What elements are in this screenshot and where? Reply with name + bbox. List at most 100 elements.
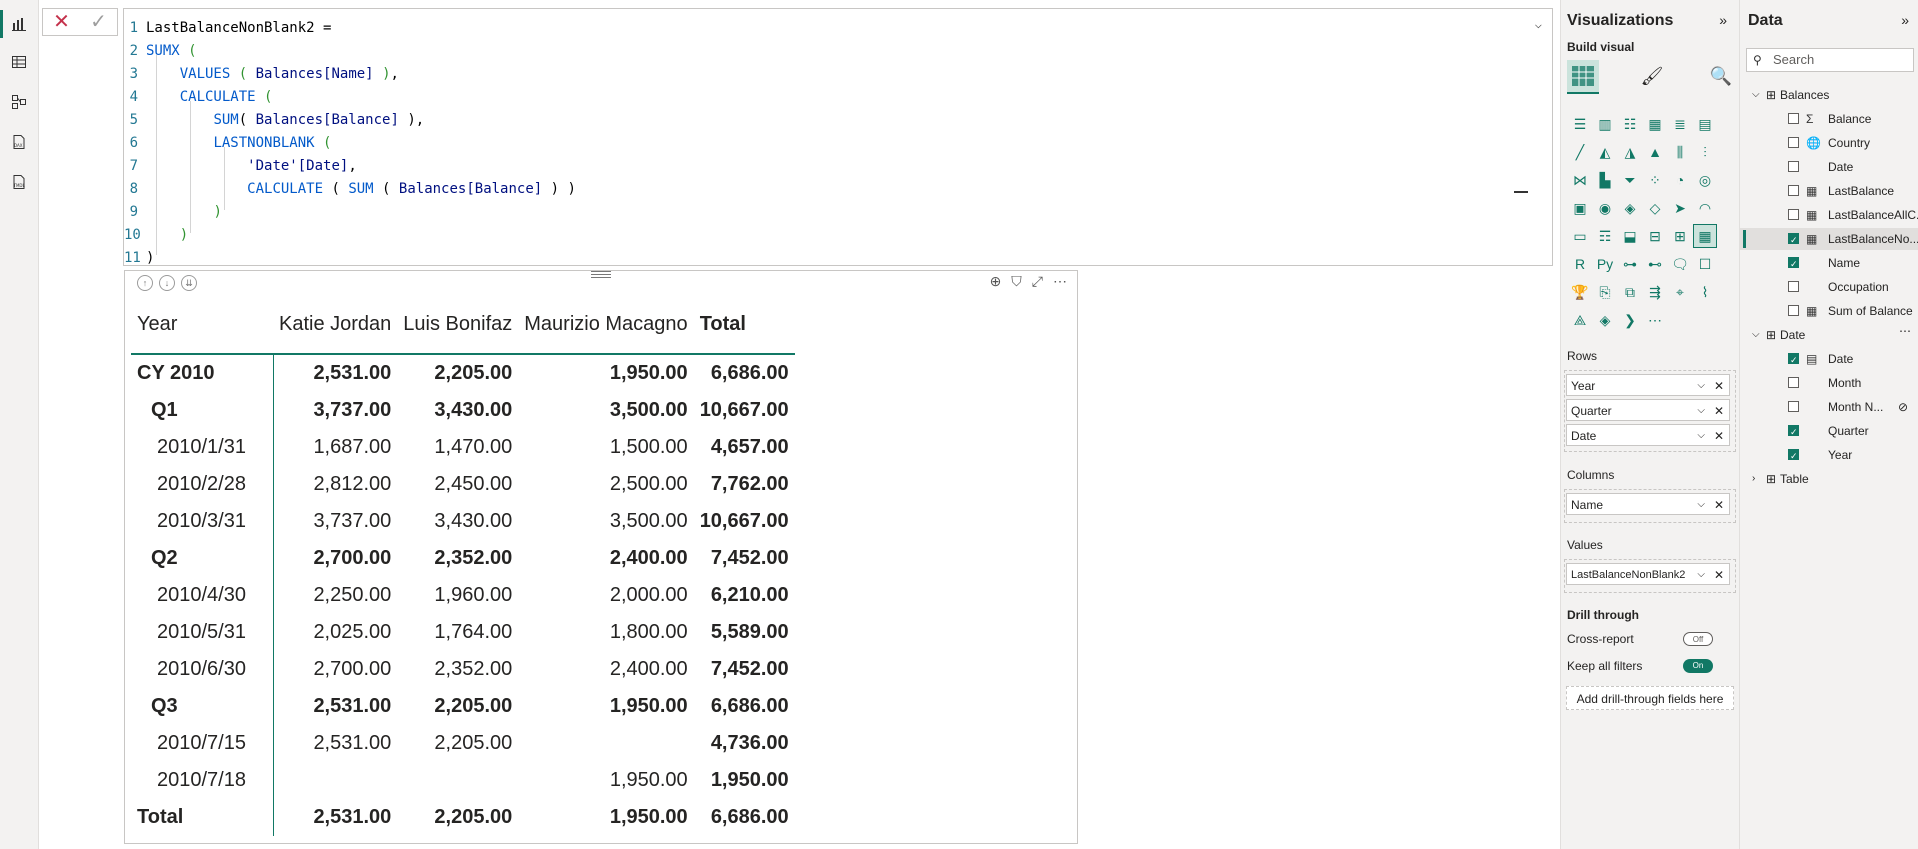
python-visual-icon[interactable]: Py	[1594, 253, 1616, 275]
collapse-pane-icon[interactable]: »	[1901, 12, 1909, 28]
table-row[interactable]: CY 2010 2,531.00 2,205.00 1,950.00 6,686.00	[131, 354, 795, 392]
remove-field-icon[interactable]: ✕	[1714, 400, 1724, 422]
remove-field-icon[interactable]: ✕	[1714, 375, 1724, 397]
chevron-down-icon[interactable]: ⌵	[1697, 425, 1705, 447]
clustered-column-chart-icon[interactable]: ▦	[1644, 113, 1666, 135]
field-checkbox[interactable]	[1788, 421, 1799, 443]
table-row[interactable]: 2010/5/31 2,025.00 1,764.00 1,800.00 5,589.0…	[131, 614, 795, 651]
format-visual-tab-icon[interactable]: 🖌	[1636, 60, 1668, 92]
field-checkbox[interactable]	[1788, 445, 1799, 467]
map-icon[interactable]: ◉	[1594, 197, 1616, 219]
commit-icon[interactable]: ✓	[80, 9, 117, 35]
more-visuals-icon[interactable]: ⋯	[1644, 309, 1666, 331]
stacked-column-chart-icon[interactable]: ▥	[1594, 113, 1616, 135]
resize-handle[interactable]	[1514, 191, 1528, 193]
table-node[interactable]: ⌵ ⊞ Balances	[1740, 84, 1918, 106]
table-row[interactable]: Q1 3,737.00 3,430.00 3,500.00 10,667.00	[131, 392, 795, 429]
remove-field-icon[interactable]: ✕	[1714, 425, 1724, 447]
keep-all-filters-toggle[interactable]: On	[1683, 659, 1713, 673]
stacked-bar-chart-icon[interactable]: ☰	[1569, 113, 1591, 135]
focus-mode-icon[interactable]: ⤢	[1032, 273, 1043, 290]
field-item[interactable]: ▤ Date	[1740, 348, 1918, 371]
decomposition-tree-icon[interactable]: ⊷	[1644, 253, 1666, 275]
table-row[interactable]: Q3 2,531.00 2,205.00 1,950.00 6,686.00	[131, 688, 795, 725]
build-visual-tab-icon[interactable]	[1567, 60, 1599, 94]
columns-field-name[interactable]: Name ⌵ ✕	[1566, 493, 1730, 515]
field-checkbox[interactable]	[1788, 281, 1799, 292]
chevron-down-icon[interactable]: ⌵	[1752, 324, 1760, 346]
stacked-area-chart-icon[interactable]: ◮	[1619, 141, 1641, 163]
power-automate-icon[interactable]: ⇶	[1644, 281, 1666, 303]
table-row[interactable]: Q2 2,700.00 2,352.00 2,400.00 7,452.00	[131, 540, 795, 577]
stacked-bar-100-icon[interactable]: ≣	[1669, 113, 1691, 135]
donut-chart-icon[interactable]: ◎	[1694, 169, 1716, 191]
dax-formula-editor[interactable]: ⌵ 1 LastBalanceNonBlank2 = 2 SUMX (3 VALUES…	[123, 8, 1553, 266]
field-item[interactable]: Occupation	[1740, 276, 1918, 298]
rows-field-year[interactable]: Year ⌵ ✕	[1566, 374, 1730, 396]
paginated-report-icon[interactable]: ⎘	[1594, 281, 1616, 303]
get-more-visuals-icon[interactable]: ❯	[1619, 309, 1641, 331]
r-visual-icon[interactable]: R	[1569, 253, 1591, 275]
sparkline-icon[interactable]: ⌇	[1694, 281, 1716, 303]
line-chart-icon[interactable]: ╱	[1569, 141, 1591, 163]
drill-up-icon[interactable]: ↑	[137, 275, 153, 291]
waterfall-chart-icon[interactable]: ▙	[1594, 169, 1616, 191]
ribbon-chart-icon[interactable]: ⋈	[1569, 169, 1591, 191]
table-node[interactable]: ⌵ ⊞ Date ⋯	[1740, 324, 1918, 346]
funnel-chart-icon[interactable]: ⏷	[1619, 169, 1641, 191]
chevron-down-icon[interactable]: ⌵	[1752, 84, 1760, 106]
field-item[interactable]: Month	[1740, 372, 1918, 394]
total-column-header[interactable]: Total	[694, 295, 795, 354]
values-field-lastbalancenonblank2[interactable]: LastBalanceNonBlank2 ⌵ ✕	[1566, 563, 1730, 585]
chevron-down-icon[interactable]: ⌵	[1697, 564, 1705, 586]
field-checkbox[interactable]	[1788, 349, 1799, 371]
filter-icon[interactable]: ⛉	[1011, 273, 1022, 290]
model-view-icon[interactable]	[9, 92, 29, 112]
table-row[interactable]: 2010/2/28 2,812.00 2,450.00 2,500.00 7,762.0…	[131, 466, 795, 503]
field-checkbox[interactable]	[1788, 137, 1799, 148]
chevron-down-icon[interactable]: ⌵	[1535, 17, 1542, 31]
scatter-chart-icon[interactable]: ⁘	[1644, 169, 1666, 191]
drill-mode-icon[interactable]: ⊕	[990, 273, 1002, 290]
card-icon[interactable]: ▭	[1569, 225, 1591, 247]
collapse-pane-icon[interactable]: »	[1719, 12, 1727, 28]
gauge-icon[interactable]: ◠	[1694, 197, 1716, 219]
table-row[interactable]: 2010/4/30 2,250.00 1,960.00 2,000.00 6,210.0…	[131, 577, 795, 614]
chevron-down-icon[interactable]: ⌵	[1697, 400, 1705, 422]
rows-field-date[interactable]: Date ⌵ ✕	[1566, 424, 1730, 446]
field-item[interactable]: Name	[1740, 252, 1918, 275]
field-item[interactable]: Quarter	[1740, 420, 1918, 443]
power-apps-icon[interactable]: ⧉	[1619, 281, 1641, 303]
table-row[interactable]: 2010/1/31 1,687.00 1,470.00 1,500.00 4,657.0…	[131, 429, 795, 466]
filled-map-icon[interactable]: ◈	[1619, 197, 1641, 219]
table-icon[interactable]: ⊞	[1669, 225, 1691, 247]
table-node[interactable]: › ⊞ Table	[1740, 468, 1918, 490]
slicer-icon[interactable]: ⊟	[1644, 225, 1666, 247]
key-influencers-icon[interactable]: ⊶	[1619, 253, 1641, 275]
azure-map-icon[interactable]: ➤	[1669, 197, 1691, 219]
kpi-icon[interactable]: ⬓	[1619, 225, 1641, 247]
drag-grip-icon[interactable]	[591, 269, 611, 279]
field-item[interactable]: ▦ LastBalanceNo...	[1740, 228, 1918, 251]
field-item[interactable]: Date	[1740, 156, 1918, 178]
stacked-column-100-icon[interactable]: ▤	[1694, 113, 1716, 135]
row-header-label[interactable]: Year	[131, 295, 273, 354]
field-checkbox[interactable]	[1788, 229, 1799, 251]
field-checkbox[interactable]	[1788, 113, 1799, 124]
remove-field-icon[interactable]: ✕	[1714, 564, 1724, 586]
table-row[interactable]: 2010/7/15 2,531.00 2,205.00 4,736.00	[131, 725, 795, 762]
chevron-down-icon[interactable]: ⌵	[1697, 375, 1705, 397]
field-item[interactable]: Month N... ⊘	[1740, 396, 1918, 418]
chevron-right-icon[interactable]: ›	[1752, 468, 1755, 490]
table-view-icon[interactable]	[9, 52, 29, 72]
drill-down-icon[interactable]: ↓	[159, 275, 175, 291]
matrix-icon[interactable]: ▦	[1693, 224, 1717, 248]
dax-query-view-icon[interactable]: DAX	[9, 132, 29, 152]
table-row[interactable]: Total 2,531.00 2,205.00 1,950.00 6,686.00	[131, 799, 795, 836]
field-item[interactable]: ▦ LastBalance	[1740, 180, 1918, 202]
custom-visual-icon[interactable]: ⟁	[1569, 309, 1591, 331]
chevron-down-icon[interactable]: ⌵	[1697, 494, 1705, 516]
add-drill-through-field-well[interactable]: Add drill-through fields here	[1566, 686, 1734, 710]
field-item[interactable]: ▦ Sum of Balance	[1740, 300, 1918, 322]
cross-report-toggle[interactable]: Off	[1683, 632, 1713, 646]
